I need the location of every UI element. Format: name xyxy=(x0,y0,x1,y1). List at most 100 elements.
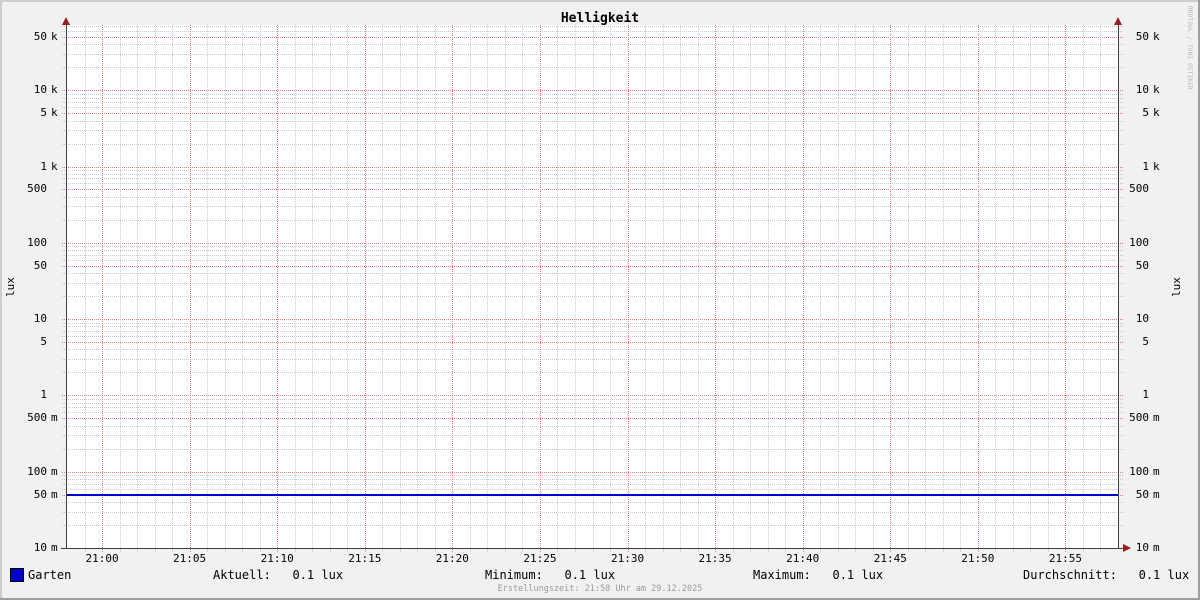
y-axis-tick-label: 500 xyxy=(27,182,47,196)
y-axis-tick-label: 1k xyxy=(1142,159,1160,173)
gridline-minor-vertical xyxy=(242,25,244,552)
gridline-minor-vertical xyxy=(907,25,909,552)
gridline-minor-vertical xyxy=(294,25,296,552)
y-axis-tick-label: 10 m xyxy=(33,541,58,554)
gridline-minor-vertical xyxy=(785,25,787,552)
y-axis-tick-label: 50 k xyxy=(33,29,58,43)
x-axis-tick-label: 21:45 xyxy=(873,552,907,565)
rrdtool-watermark: RRDTOOL / TOBI OETIKER xyxy=(1186,6,1193,90)
y-axis-tick-label: 500 m xyxy=(1129,411,1160,425)
gridline-minor-vertical xyxy=(469,25,471,552)
gridline-major-vertical xyxy=(802,25,804,552)
gridline-minor-vertical xyxy=(487,25,489,552)
y-axis-unit-label-right: lux xyxy=(1170,277,1183,297)
gridline-minor-vertical xyxy=(137,25,139,552)
rrdtool-graph: Helligkeit 50 k 10 k 5 k 1 k 500 100 50 10 5 1 500 m 100… xyxy=(0,0,1200,600)
gridline-major-vertical xyxy=(452,25,454,552)
x-axis-tick-label: 21:00 xyxy=(85,552,119,565)
series-line-garten xyxy=(67,493,1118,496)
border-top xyxy=(0,0,1200,2)
gridline-minor-vertical xyxy=(417,25,419,552)
y-axis-tick-label: 5 xyxy=(40,335,47,349)
x-axis-tick-label: 21:30 xyxy=(610,552,645,565)
y-axis-tick-label: 10 xyxy=(33,312,47,326)
gridline-minor-vertical xyxy=(1012,25,1014,552)
gridline-minor-vertical xyxy=(259,25,261,552)
x-axis-tick-label: 21:15 xyxy=(348,552,382,565)
gridline-major-vertical xyxy=(277,25,279,552)
gridline-major-vertical xyxy=(364,25,366,552)
y-axis-tick-label: 500 xyxy=(1129,182,1149,196)
y-axis-tick-label: 1 xyxy=(40,388,47,402)
gridline-minor-vertical xyxy=(347,25,349,552)
y-axis-tick-label: 100 m xyxy=(1129,464,1160,478)
gridline-minor-vertical xyxy=(645,25,647,552)
y-axis-tick-label: 1k xyxy=(40,159,58,173)
gridline-minor-vertical xyxy=(750,25,752,552)
gridline-minor-vertical xyxy=(960,25,962,552)
x-axis-tick-label: 21:40 xyxy=(786,552,820,565)
creation-time-footer: Erstellungszeit: 21:58 Uhr am 29.12.2025 xyxy=(497,584,703,594)
y-axis-tick-label: 100 xyxy=(1129,235,1149,249)
gridline-minor-vertical xyxy=(767,25,769,552)
x-axis-tick-label: 21:05 xyxy=(173,552,207,565)
x-axis-tick-label: 21:55 xyxy=(1048,552,1082,565)
gridline-major-vertical xyxy=(1065,25,1067,552)
gridline-minor-vertical xyxy=(557,25,559,552)
gridline-minor-vertical xyxy=(925,25,927,552)
y-axis-tick-label: 50 xyxy=(1135,258,1149,272)
stat-minimum: Minimum: 0.1 lux xyxy=(485,568,616,582)
gridline-minor-vertical xyxy=(820,25,822,552)
gridline-minor-vertical xyxy=(732,25,734,552)
gridline-major-vertical xyxy=(539,25,541,552)
y-axis-tick-label: 10 k xyxy=(33,83,58,97)
gridline-major-vertical xyxy=(627,25,629,552)
y-axis-tick-label: 100 m xyxy=(27,464,58,478)
y-axis-tick-label: 10 xyxy=(1135,312,1149,326)
legend-series-label: Garten xyxy=(28,568,72,582)
x-axis-tick-label: 21:35 xyxy=(698,552,732,565)
gridline-minor-vertical xyxy=(399,25,401,552)
gridline-minor-vertical xyxy=(1082,25,1084,552)
gridline-minor-vertical xyxy=(434,25,436,552)
gridline-minor-vertical xyxy=(662,25,664,552)
y-axis-tick-label: 5k xyxy=(40,106,58,120)
gridline-minor-vertical xyxy=(119,25,121,552)
y-axis-tick-label: 50 k xyxy=(1135,29,1160,43)
gridline-minor-vertical xyxy=(312,25,314,552)
y-axis-left xyxy=(66,25,67,548)
gridline-minor-vertical xyxy=(872,25,874,552)
gridline-minor-vertical xyxy=(84,25,86,552)
y-axis-tick-label: 10 m xyxy=(1135,541,1160,554)
gridline-minor-vertical xyxy=(224,25,226,552)
gridline-minor-vertical xyxy=(504,25,506,552)
gridline-major-vertical xyxy=(102,25,104,552)
y-axis-left-arrow-icon xyxy=(62,17,70,25)
x-axis-tick-label: 21:10 xyxy=(260,552,294,565)
stat-durchschnitt: Durchschnitt: 0.1 lux xyxy=(1023,568,1190,582)
y-axis-tick-label: 10 k xyxy=(1135,83,1160,97)
gridline-minor-vertical xyxy=(855,25,857,552)
gridline-minor-vertical xyxy=(154,25,156,552)
y-axis-tick-label: 1 xyxy=(1142,388,1149,402)
gridline-minor-vertical xyxy=(382,25,384,552)
gridline-major-vertical xyxy=(890,25,892,552)
gridline-minor-vertical xyxy=(1030,25,1032,552)
y-axis-tick-label: 50 m xyxy=(33,487,58,501)
gridline-minor-vertical xyxy=(697,25,699,552)
gridline-minor-vertical xyxy=(610,25,612,552)
y-axis-tick-label: 5 xyxy=(1142,335,1149,349)
legend-color-swatch xyxy=(10,568,24,582)
gridline-minor-vertical xyxy=(995,25,997,552)
gridline-minor-vertical xyxy=(329,25,331,552)
chart-title: Helligkeit xyxy=(560,11,640,26)
x-axis-tick-label: 21:25 xyxy=(523,552,557,565)
stat-maximum: Maximum: 0.1 lux xyxy=(753,568,884,582)
gridline-minor-vertical xyxy=(1100,25,1102,552)
gridline-minor-vertical xyxy=(1047,25,1049,552)
x-axis xyxy=(61,548,1123,549)
gridline-minor-vertical xyxy=(592,25,594,552)
y-axis-unit-label-left: lux xyxy=(4,277,17,297)
gridline-minor-vertical xyxy=(207,25,209,552)
gridline-minor-vertical xyxy=(574,25,576,552)
